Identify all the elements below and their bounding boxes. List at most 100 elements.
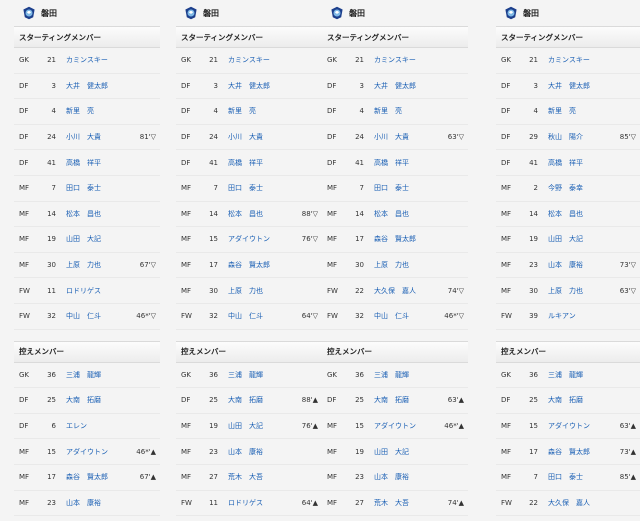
substitution-time: 73'▽	[619, 261, 636, 270]
player-name-link[interactable]: 山田 大記	[228, 421, 263, 431]
team-name: 磐田	[523, 8, 539, 18]
player-name-link[interactable]: アダイウトン	[548, 421, 590, 431]
player-row: GK 21 カミンスキー	[14, 48, 160, 74]
shirt-number: 41	[529, 158, 538, 167]
player-name-link[interactable]: ルキアン	[548, 311, 576, 321]
player-row: DF 24 小川 大貴 63'▽	[322, 125, 468, 151]
position: MF	[501, 447, 512, 456]
player-name-link[interactable]: エレン	[66, 421, 87, 431]
player-name-link[interactable]: カミンスキー	[374, 55, 416, 65]
player-name-link[interactable]: 上原 力也	[548, 286, 583, 296]
shirt-number: 19	[47, 235, 56, 244]
player-name-link[interactable]: 大久保 嘉人	[548, 498, 590, 508]
player-name-link[interactable]: 三浦 龍輝	[228, 370, 263, 380]
player-name-link[interactable]: カミンスキー	[548, 55, 590, 65]
position: GK	[19, 56, 30, 65]
player-name-link[interactable]: 三浦 龍輝	[374, 370, 409, 380]
player-name-link[interactable]: 秋山 陽介	[548, 132, 583, 142]
shirt-number: 17	[209, 261, 218, 270]
player-row: MF 27 荒木 大吾 74'▲	[322, 491, 468, 517]
player-name-link[interactable]: 田口 泰士	[374, 183, 409, 193]
player-row: DF 25 大南 拓磨	[496, 388, 640, 414]
player-name-link[interactable]: 田口 泰士	[228, 183, 263, 193]
player-name-link[interactable]: 森谷 賢太郎	[228, 260, 270, 270]
player-name-link[interactable]: アダイウトン	[228, 234, 270, 244]
player-name-link[interactable]: 松本 昌也	[548, 209, 583, 219]
player-name-link[interactable]: ロドリゲス	[228, 498, 263, 508]
shirt-number: 4	[533, 107, 538, 116]
player-name-link[interactable]: ロドリゲス	[66, 286, 101, 296]
player-name-link[interactable]: 三浦 龍輝	[548, 370, 583, 380]
player-name-link[interactable]: 松本 昌也	[66, 209, 101, 219]
player-row: MF 30 上原 力也 67'▽	[14, 253, 160, 279]
shirt-number: 11	[209, 498, 218, 507]
player-name-link[interactable]: 田口 泰士	[66, 183, 101, 193]
player-name-link[interactable]: 大南 拓磨	[548, 395, 583, 405]
player-name-link[interactable]: 大南 拓磨	[66, 395, 101, 405]
player-name-link[interactable]: 大井 健太郎	[548, 81, 590, 91]
player-name-link[interactable]: 三浦 龍輝	[66, 370, 101, 380]
player-name-link[interactable]: 高橋 祥平	[374, 158, 409, 168]
player-name-link[interactable]: 小川 大貴	[228, 132, 263, 142]
player-name-link[interactable]: 森谷 賢太郎	[66, 472, 108, 482]
player-name-link[interactable]: 上原 力也	[66, 260, 101, 270]
position: FW	[181, 498, 192, 507]
position: FW	[327, 286, 338, 295]
player-name-link[interactable]: 山本 康裕	[548, 260, 583, 270]
player-name-link[interactable]: 上原 力也	[374, 260, 409, 270]
player-name-link[interactable]: 大井 健太郎	[374, 81, 416, 91]
player-name-link[interactable]: 山本 康裕	[374, 472, 409, 482]
player-row: MF 14 松本 昌也	[322, 202, 468, 228]
shirt-number: 19	[209, 422, 218, 431]
player-name-link[interactable]: 高橋 祥平	[66, 158, 101, 168]
player-name-link[interactable]: 大南 拓磨	[374, 395, 409, 405]
player-name-link[interactable]: 荒木 大吾	[228, 472, 263, 482]
player-name-link[interactable]: 大井 健太郎	[66, 81, 108, 91]
player-row: MF8ムサエフ	[322, 516, 468, 521]
player-name-link[interactable]: 高橋 祥平	[548, 158, 583, 168]
position: DF	[19, 107, 29, 116]
player-name-link[interactable]: 上原 力也	[228, 286, 263, 296]
player-name-link[interactable]: 松本 昌也	[228, 209, 263, 219]
player-name-link[interactable]: 中山 仁斗	[66, 311, 101, 321]
player-name-link[interactable]: 山田 大記	[374, 447, 409, 457]
player-name-link[interactable]: 山本 康裕	[228, 447, 263, 457]
player-name-link[interactable]: 山田 大記	[66, 234, 101, 244]
player-name-link[interactable]: 新里 亮	[228, 106, 256, 116]
player-name-link[interactable]: 中山 仁斗	[228, 311, 263, 321]
player-name-link[interactable]: 大井 健太郎	[228, 81, 270, 91]
shirt-number: 25	[47, 396, 56, 405]
player-name-link[interactable]: 森谷 賢太郎	[548, 447, 590, 457]
player-name-link[interactable]: 山本 康裕	[66, 498, 101, 508]
player-name-link[interactable]: カミンスキー	[66, 55, 108, 65]
player-name-link[interactable]: 新里 亮	[66, 106, 94, 116]
player-name-link[interactable]: 田口 泰士	[548, 472, 583, 482]
position: DF	[19, 81, 29, 90]
player-name-link[interactable]: アダイウトン	[66, 447, 108, 457]
position: FW	[19, 312, 30, 321]
player-name-link[interactable]: 山田 大記	[548, 234, 583, 244]
player-name-link[interactable]: 小川 大貴	[66, 132, 101, 142]
player-name-link[interactable]: 松本 昌也	[374, 209, 409, 219]
player-name-link[interactable]: 高橋 祥平	[228, 158, 263, 168]
player-name-link[interactable]: 荒木 大吾	[374, 498, 409, 508]
substitution-time: 74'▽	[447, 286, 464, 295]
player-name-link[interactable]: 大久保 嘉人	[374, 286, 416, 296]
player-name-link[interactable]: 今野 泰幸	[548, 183, 583, 193]
player-name-link[interactable]: 大南 拓磨	[228, 395, 263, 405]
player-row: GK 21 カミンスキー	[322, 48, 468, 74]
player-name-link[interactable]: 新里 亮	[374, 106, 402, 116]
player-name-link[interactable]: 森谷 賢太郎	[374, 234, 416, 244]
player-name-link[interactable]: アダイウトン	[374, 421, 416, 431]
player-name-link[interactable]: 中山 仁斗	[374, 311, 409, 321]
player-name-link[interactable]: カミンスキー	[228, 55, 270, 65]
position: DF	[327, 158, 337, 167]
shirt-number: 30	[355, 261, 364, 270]
shirt-number: 36	[355, 370, 364, 379]
position: MF	[327, 498, 338, 507]
player-row: DF 25 大南 拓磨 88'▲	[176, 388, 322, 414]
substitution-time: 88'▲	[301, 396, 318, 405]
player-name-link[interactable]: 新里 亮	[548, 106, 576, 116]
player-name-link[interactable]: 小川 大貴	[374, 132, 409, 142]
